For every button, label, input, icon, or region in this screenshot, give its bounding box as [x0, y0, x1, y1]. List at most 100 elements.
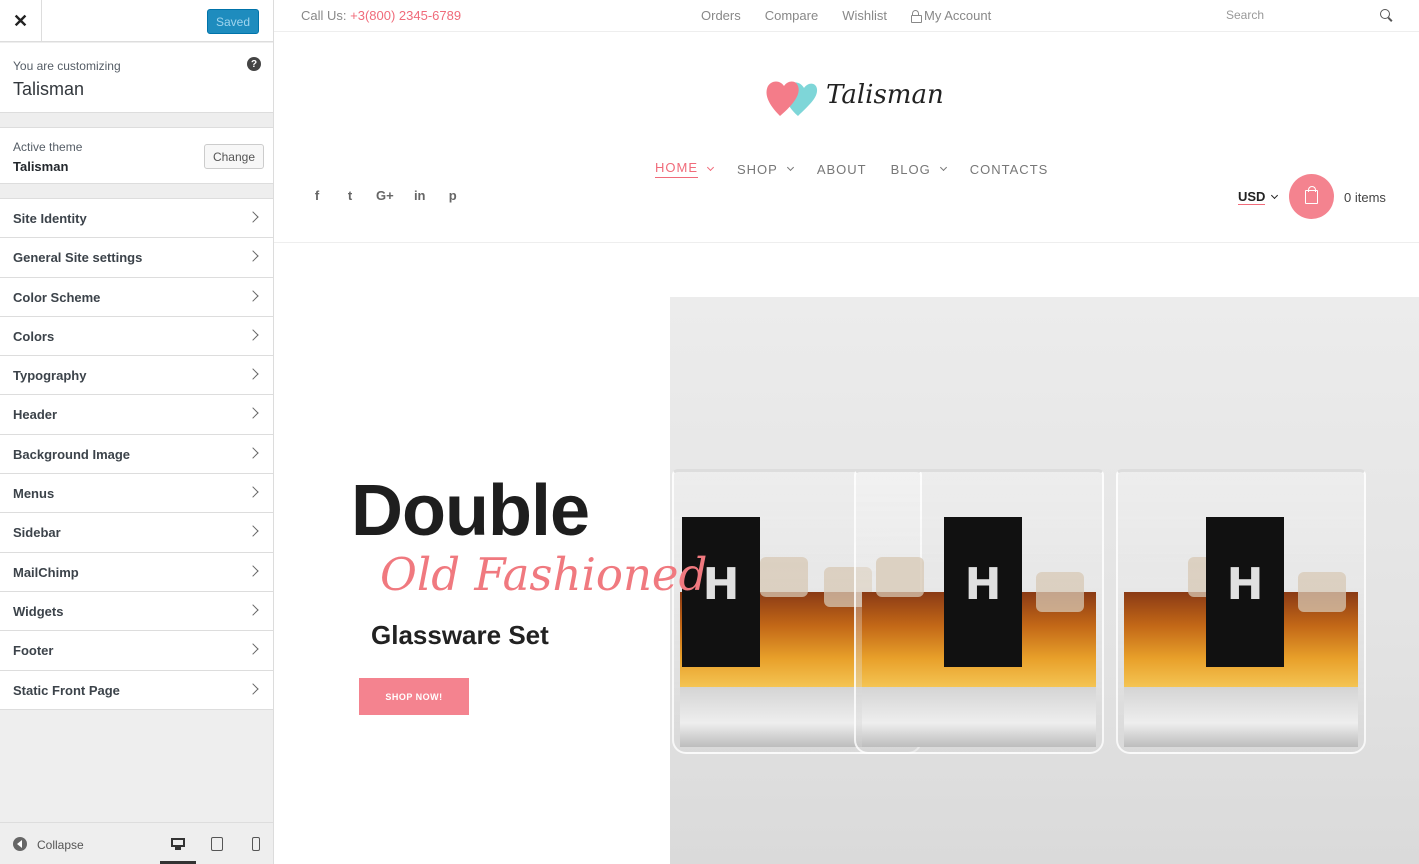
nav-label: HOME	[655, 160, 698, 178]
collapse-button[interactable]: Collapse	[37, 838, 84, 852]
active-theme-panel: Active theme Talisman Change	[0, 127, 273, 184]
compare-link[interactable]: Compare	[765, 8, 818, 23]
slide-title: Double	[351, 471, 590, 551]
nav-item-home[interactable]: HOME	[655, 160, 715, 178]
section-label: Header	[13, 407, 58, 423]
nav-label: SHOP	[737, 161, 778, 177]
chevron-right-icon	[247, 447, 259, 459]
saved-button[interactable]: Saved	[207, 9, 259, 34]
chevron-right-icon	[247, 604, 259, 616]
google-plus-icon[interactable]: G+	[376, 188, 394, 203]
slide-description: Glassware Set	[371, 620, 549, 650]
wishlist-link[interactable]: Wishlist	[842, 8, 887, 23]
customizer-sidebar: ✕ Saved You are customizing Talisman ? A…	[0, 0, 274, 864]
lock-icon	[910, 10, 922, 23]
header-divider	[274, 242, 1419, 243]
facebook-icon[interactable]: f	[310, 188, 324, 203]
section-menus[interactable]: Menus	[0, 474, 273, 514]
nav-label: CONTACTS	[969, 161, 1049, 177]
section-label: General Site settings	[13, 250, 143, 266]
section-general-site-settings[interactable]: General Site settings	[0, 238, 273, 278]
section-label: Background Image	[13, 446, 131, 462]
chevron-right-icon	[247, 682, 259, 695]
glass-image: H	[1116, 469, 1366, 754]
help-icon[interactable]: ?	[247, 57, 261, 71]
my-account-link[interactable]: My Account	[910, 8, 992, 23]
slide-subtitle: Old Fashioned	[380, 548, 708, 601]
section-label: Site Identity	[13, 211, 87, 226]
social-links: f t G+ in p	[310, 188, 460, 203]
search-icon[interactable]	[1380, 9, 1392, 21]
section-label: Widgets	[13, 603, 64, 619]
search-input[interactable]	[1226, 8, 1376, 22]
chevron-right-icon	[247, 565, 259, 577]
section-label: Sidebar	[13, 525, 61, 541]
glass-image: H	[854, 469, 1104, 754]
chevron-right-icon	[247, 289, 259, 302]
active-theme-name: Talisman	[13, 159, 69, 174]
desktop-icon[interactable]	[169, 835, 187, 853]
section-label: Footer	[13, 643, 54, 659]
chevron-right-icon	[247, 486, 259, 498]
section-sidebar[interactable]: Sidebar	[0, 513, 273, 553]
tablet-icon[interactable]	[208, 835, 226, 853]
cart-count[interactable]: 0 items	[1344, 190, 1386, 205]
mobile-icon[interactable]	[247, 835, 265, 853]
chevron-down-icon	[706, 163, 715, 172]
chevron-down-icon	[786, 163, 794, 172]
call-us: Call Us: +3(800) 2345-6789	[301, 8, 461, 23]
twitter-icon[interactable]: t	[343, 188, 357, 203]
pinterest-icon[interactable]: p	[446, 188, 460, 203]
nav-item-about[interactable]: ABOUT	[817, 160, 867, 178]
chevron-right-icon	[247, 329, 259, 341]
chevron-right-icon	[247, 368, 259, 380]
section-colors[interactable]: Colors	[0, 316, 273, 357]
section-label: MailChimp	[13, 564, 79, 580]
section-label: Typography	[13, 368, 87, 384]
cart-button[interactable]	[1289, 174, 1334, 219]
section-label: Colors	[13, 328, 55, 344]
site-title: Talisman	[13, 79, 85, 99]
section-label: Menus	[13, 486, 55, 502]
my-account-label: My Account	[923, 8, 992, 23]
active-theme-label: Active theme	[13, 140, 83, 154]
nav-item-contacts[interactable]: CONTACTS	[970, 160, 1049, 178]
hearts-logo-icon	[766, 81, 818, 116]
glass-letter: H	[964, 559, 1002, 610]
currency-label: USD	[1238, 189, 1266, 205]
site-preview: Call Us: +3(800) 2345-6789 Orders Compar…	[274, 0, 1419, 864]
nav-item-blog[interactable]: BLOG	[891, 160, 947, 178]
chevron-right-icon	[247, 211, 259, 223]
close-icon[interactable]: ✕	[0, 0, 42, 42]
section-label: Color Scheme	[13, 289, 101, 305]
nav-item-shop[interactable]: SHOP	[737, 160, 794, 178]
section-site-identity[interactable]: Site Identity	[0, 199, 273, 239]
section-header[interactable]: Header	[0, 395, 273, 435]
logo-text: Talisman	[826, 80, 944, 110]
customizer-header: ✕ Saved	[0, 0, 273, 42]
section-typography[interactable]: Typography	[0, 356, 273, 396]
customizer-footer: Collapse	[0, 822, 273, 864]
currency-selector[interactable]: USD	[1238, 189, 1279, 205]
chevron-right-icon	[247, 643, 259, 655]
call-label: Call Us:	[301, 8, 347, 23]
glass-label: H	[1206, 517, 1284, 667]
phone-number[interactable]: +3(800) 2345-6789	[350, 8, 461, 23]
glass-label: H	[944, 517, 1022, 667]
linkedin-icon[interactable]: in	[413, 188, 427, 203]
section-static-front-page[interactable]: Static Front Page	[0, 670, 273, 710]
orders-link[interactable]: Orders	[701, 8, 741, 23]
shop-now-button[interactable]: SHOP NOW!	[359, 678, 469, 715]
section-color-scheme[interactable]: Color Scheme	[0, 277, 273, 317]
chevron-right-icon	[247, 407, 259, 420]
section-footer[interactable]: Footer	[0, 631, 273, 671]
section-widgets[interactable]: Widgets	[0, 591, 273, 632]
section-background-image[interactable]: Background Image	[0, 434, 273, 475]
section-mailchimp[interactable]: MailChimp	[0, 552, 273, 592]
collapse-icon[interactable]	[13, 837, 27, 851]
chevron-right-icon	[247, 525, 259, 538]
customizing-info: You are customizing Talisman ?	[0, 43, 273, 113]
customizing-label: You are customizing	[13, 59, 121, 73]
slide-image: H H H	[670, 297, 1419, 864]
change-theme-button[interactable]: Change	[204, 144, 264, 169]
